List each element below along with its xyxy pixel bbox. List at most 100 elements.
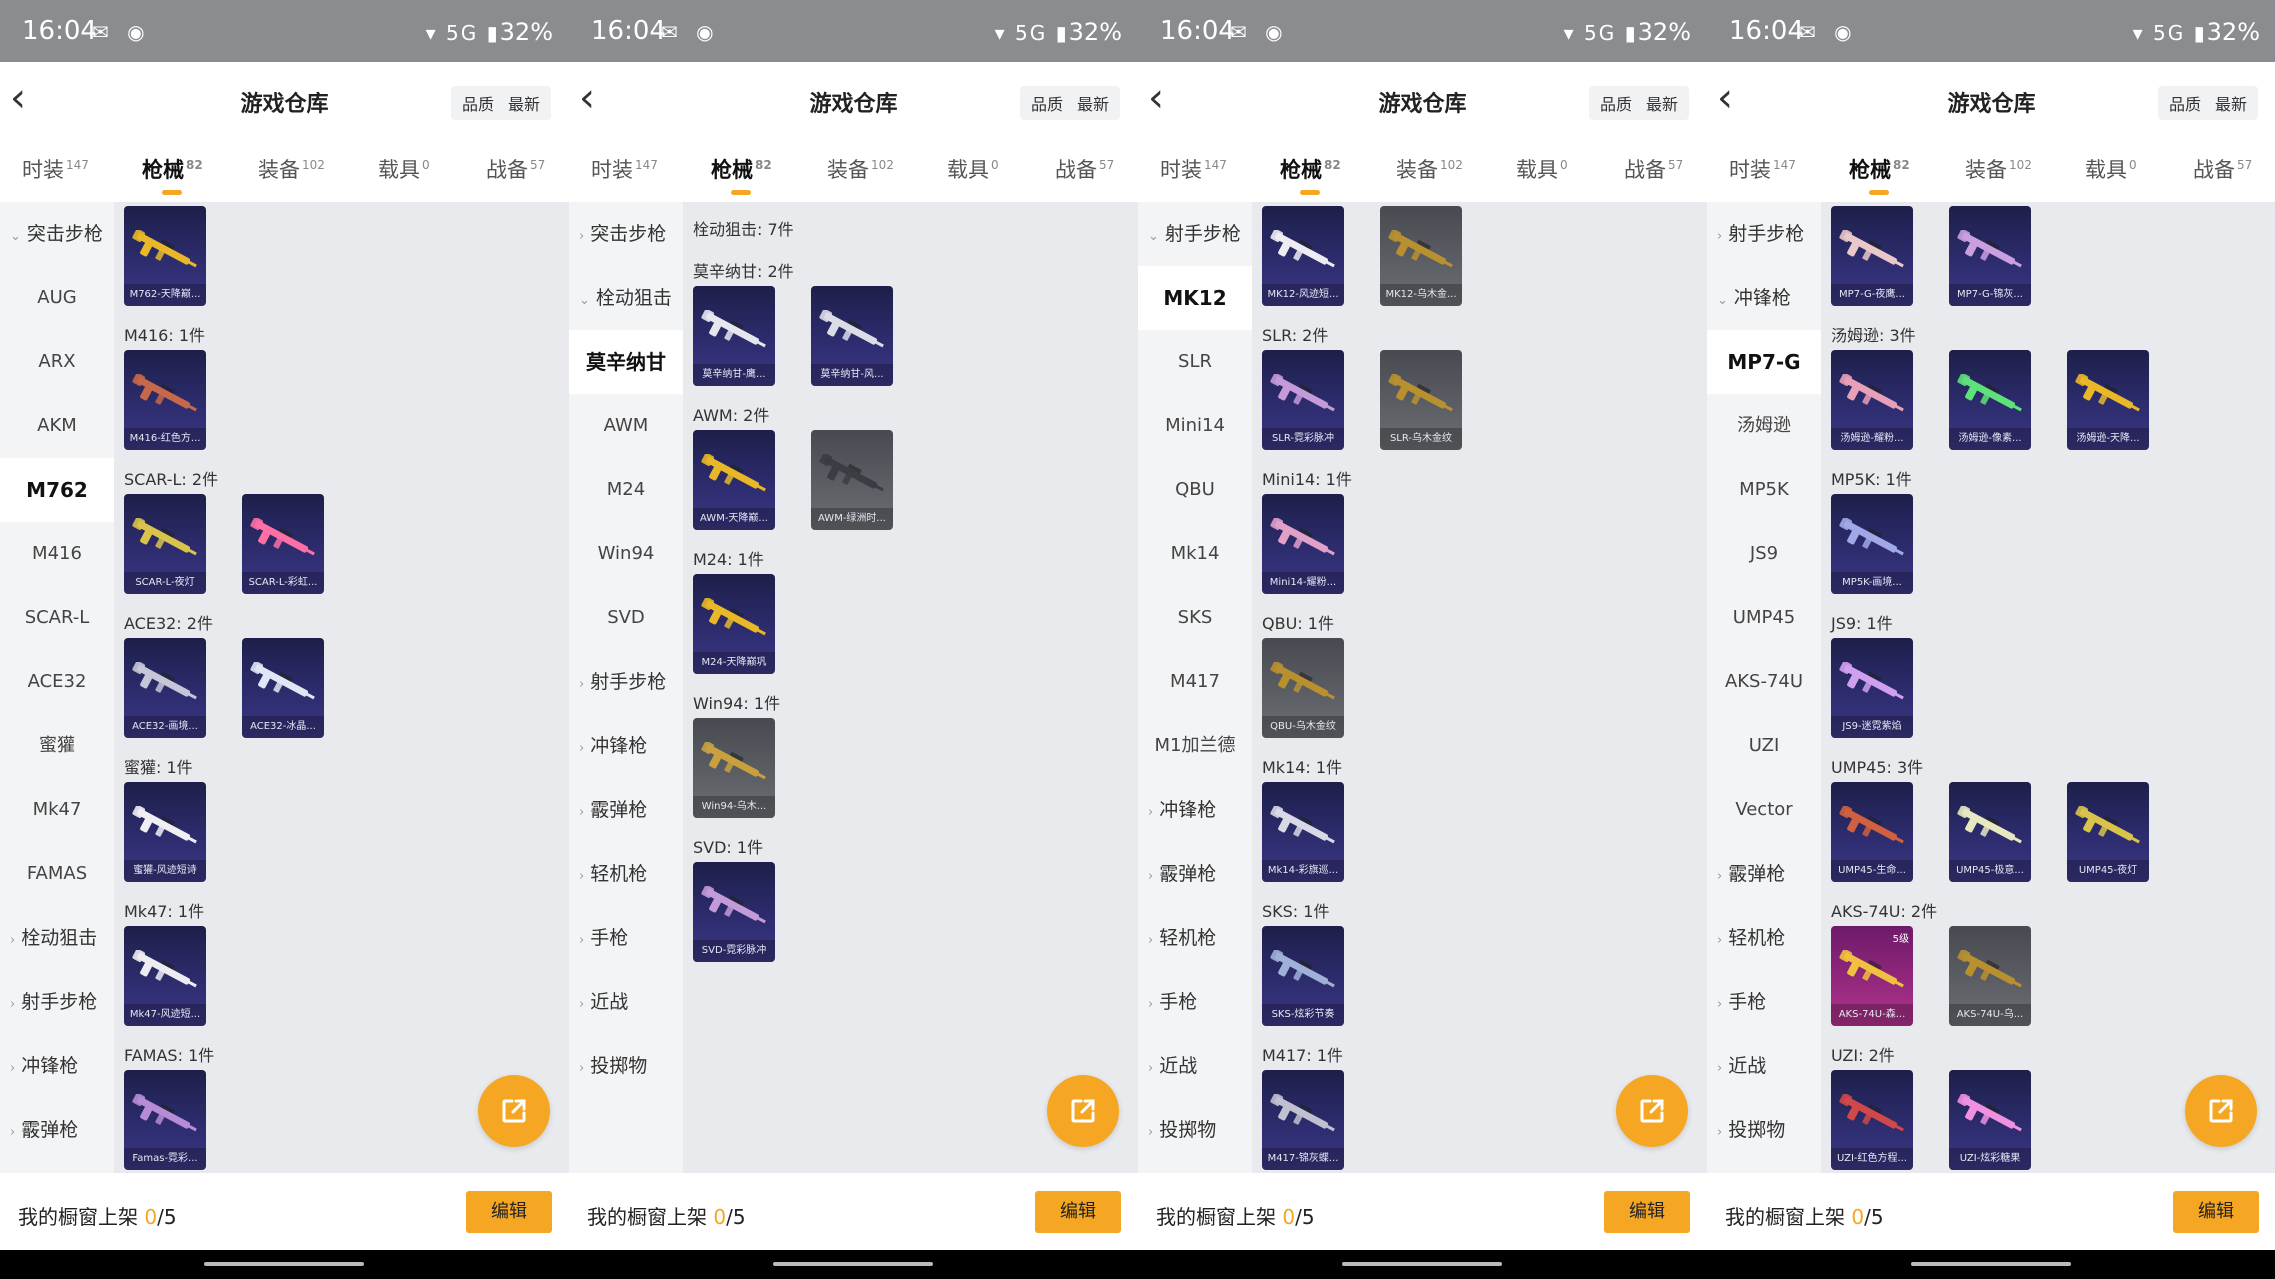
tab-supplies[interactable]: 战备 57 xyxy=(486,154,545,184)
weapon-skin-card[interactable]: 汤姆逊-天降... xyxy=(2067,350,2149,450)
weapon-skin-card[interactable]: 汤姆逊-像素... xyxy=(1949,350,2031,450)
weapon-skin-card[interactable]: UMP45-夜灯 xyxy=(2067,782,2149,882)
sidebar-group[interactable]: › 近战 xyxy=(569,970,683,1034)
sidebar-item[interactable]: AKS-74U xyxy=(1707,650,1821,714)
weapon-skin-card[interactable]: QBU-乌木金纹 xyxy=(1262,638,1344,738)
weapon-skin-card[interactable]: SKS-炫彩节奏 xyxy=(1262,926,1344,1026)
sidebar-item[interactable]: 蜜獾 xyxy=(0,714,114,778)
tab-supplies[interactable]: 战备 57 xyxy=(1055,154,1114,184)
weapon-skin-card[interactable]: 汤姆逊-耀粉... xyxy=(1831,350,1913,450)
sidebar-group[interactable]: › 冲锋枪 xyxy=(569,714,683,778)
sidebar-group[interactable]: ⌄ 栓动狙击 xyxy=(569,266,683,330)
sidebar-group[interactable]: › 近战 xyxy=(1138,1034,1252,1098)
tab-vehicles[interactable]: 载具 0 xyxy=(378,154,430,184)
sort-latest-button[interactable]: 最新 xyxy=(2208,91,2254,115)
weapon-skin-card[interactable]: SLR-霓彩脉冲 xyxy=(1262,350,1344,450)
sidebar-item[interactable]: UZI xyxy=(1707,714,1821,778)
tab-equipment[interactable]: 装备 102 xyxy=(258,154,325,184)
sidebar-group[interactable]: › 手枪 xyxy=(1707,970,1821,1034)
weapon-skin-card[interactable]: AWM-天降巅... xyxy=(693,430,775,530)
weapon-skin-card[interactable]: AKS-74U-乌... xyxy=(1949,926,2031,1026)
weapon-skin-card[interactable]: SCAR-L-彩虹... xyxy=(242,494,324,594)
sidebar-item[interactable]: M416 xyxy=(0,522,114,586)
tab-supplies[interactable]: 战备 57 xyxy=(2193,154,2252,184)
sidebar-group[interactable]: › 手枪 xyxy=(569,906,683,970)
tab-firearms[interactable]: 枪械 82 xyxy=(142,154,203,195)
sidebar-group[interactable]: › 投掷物 xyxy=(569,1034,683,1098)
sidebar-group[interactable]: › 栓动狙击 xyxy=(0,906,114,970)
sidebar-item[interactable]: Mini14 xyxy=(1138,394,1252,458)
weapon-skin-card[interactable]: AWM-绿洲时... xyxy=(811,430,893,530)
weapon-skin-card[interactable]: M417-锦灰蝶... xyxy=(1262,1070,1344,1170)
sidebar-item[interactable]: MP5K xyxy=(1707,458,1821,522)
sort-latest-button[interactable]: 最新 xyxy=(501,91,547,115)
sidebar-item[interactable]: Win94 xyxy=(569,522,683,586)
weapon-skin-card[interactable]: MP5K-画境... xyxy=(1831,494,1913,594)
weapon-skin-card[interactable]: M762-天降巅... xyxy=(124,206,206,306)
weapon-skin-card[interactable]: SLR-乌木金纹 xyxy=(1380,350,1462,450)
weapon-skin-card[interactable]: Mk14-彩旗巡... xyxy=(1262,782,1344,882)
edit-button[interactable]: 编辑 xyxy=(1035,1191,1121,1233)
sidebar-item[interactable]: 汤姆逊 xyxy=(1707,394,1821,458)
tab-fashion[interactable]: 时装 147 xyxy=(591,154,658,184)
weapon-skin-card[interactable]: MP7-G-锦灰... xyxy=(1949,206,2031,306)
home-indicator[interactable] xyxy=(1911,1262,2071,1266)
weapon-skin-card[interactable]: UMP45-极意... xyxy=(1949,782,2031,882)
sidebar-group[interactable]: ⌄ 突击步枪 xyxy=(0,202,114,266)
sort-quality-button[interactable]: 品质 xyxy=(2162,91,2208,115)
sidebar-group[interactable]: › 轻机枪 xyxy=(1707,906,1821,970)
tab-vehicles[interactable]: 载具 0 xyxy=(947,154,999,184)
weapon-skin-card[interactable]: JS9-迷霓紫焰 xyxy=(1831,638,1913,738)
tab-fashion[interactable]: 时装 147 xyxy=(22,154,89,184)
sidebar-group[interactable]: › 轻机枪 xyxy=(1138,906,1252,970)
tab-vehicles[interactable]: 载具 0 xyxy=(2085,154,2137,184)
sidebar-group[interactable]: › 冲锋枪 xyxy=(0,1034,114,1098)
sidebar-item[interactable]: MP7-G xyxy=(1707,330,1821,394)
share-button[interactable] xyxy=(478,1075,550,1147)
tab-vehicles[interactable]: 载具 0 xyxy=(1516,154,1568,184)
weapon-skin-card[interactable]: 莫辛纳甘-风... xyxy=(811,286,893,386)
weapon-skin-card[interactable]: 莫辛纳甘-鹰... xyxy=(693,286,775,386)
sidebar-group[interactable]: › 霰弹枪 xyxy=(0,1098,114,1162)
sidebar-item[interactable]: ACE32 xyxy=(0,650,114,714)
sidebar-item[interactable]: M762 xyxy=(0,458,114,522)
sidebar-item[interactable]: JS9 xyxy=(1707,522,1821,586)
weapon-skin-card[interactable]: MK12-乌木金... xyxy=(1380,206,1462,306)
weapon-skin-card[interactable]: M24-天降巅巩 xyxy=(693,574,775,674)
sidebar-item[interactable]: SVD xyxy=(569,586,683,650)
tab-equipment[interactable]: 装备 102 xyxy=(1965,154,2032,184)
weapon-skin-card[interactable]: Famas-霓彩... xyxy=(124,1070,206,1170)
sidebar-item[interactable]: MK12 xyxy=(1138,266,1252,330)
sidebar-group[interactable]: ⌄ 冲锋枪 xyxy=(1707,266,1821,330)
weapon-skin-card[interactable]: UMP45-生命... xyxy=(1831,782,1913,882)
sidebar-group[interactable]: › 投掷物 xyxy=(1707,1098,1821,1162)
sidebar-group[interactable]: ⌄ 射手步枪 xyxy=(1138,202,1252,266)
weapon-skin-card[interactable]: 蜜獾-风迹短诗 xyxy=(124,782,206,882)
sidebar-item[interactable]: SLR xyxy=(1138,330,1252,394)
sidebar-item[interactable]: M24 xyxy=(569,458,683,522)
tab-firearms[interactable]: 枪械 82 xyxy=(1849,154,1910,195)
sidebar-group[interactable]: › 投掷物 xyxy=(1138,1098,1252,1162)
sort-quality-button[interactable]: 品质 xyxy=(1024,91,1070,115)
share-button[interactable] xyxy=(1616,1075,1688,1147)
weapon-skin-card[interactable]: MP7-G-夜鹰... xyxy=(1831,206,1913,306)
share-button[interactable] xyxy=(2185,1075,2257,1147)
sidebar-item[interactable]: M417 xyxy=(1138,650,1252,714)
sort-latest-button[interactable]: 最新 xyxy=(1070,91,1116,115)
share-button[interactable] xyxy=(1047,1075,1119,1147)
sort-quality-button[interactable]: 品质 xyxy=(455,91,501,115)
sidebar-item[interactable]: AUG xyxy=(0,266,114,330)
sort-quality-button[interactable]: 品质 xyxy=(1593,91,1639,115)
weapon-skin-card[interactable]: M416-红色方... xyxy=(124,350,206,450)
weapon-skin-card[interactable]: SVD-霓彩脉冲 xyxy=(693,862,775,962)
tab-fashion[interactable]: 时装 147 xyxy=(1729,154,1796,184)
sidebar-item[interactable]: ARX xyxy=(0,330,114,394)
sidebar-item[interactable]: Mk47 xyxy=(0,778,114,842)
sidebar-item[interactable]: QBU xyxy=(1138,458,1252,522)
sidebar-group[interactable]: › 近战 xyxy=(1707,1034,1821,1098)
sidebar-group[interactable]: › 射手步枪 xyxy=(569,650,683,714)
weapon-skin-card[interactable]: 5级 AKS-74U-森... xyxy=(1831,926,1913,1026)
tab-equipment[interactable]: 装备 102 xyxy=(827,154,894,184)
sidebar-group[interactable]: › 霰弹枪 xyxy=(1707,842,1821,906)
weapon-skin-card[interactable]: ACE32-冰晶... xyxy=(242,638,324,738)
